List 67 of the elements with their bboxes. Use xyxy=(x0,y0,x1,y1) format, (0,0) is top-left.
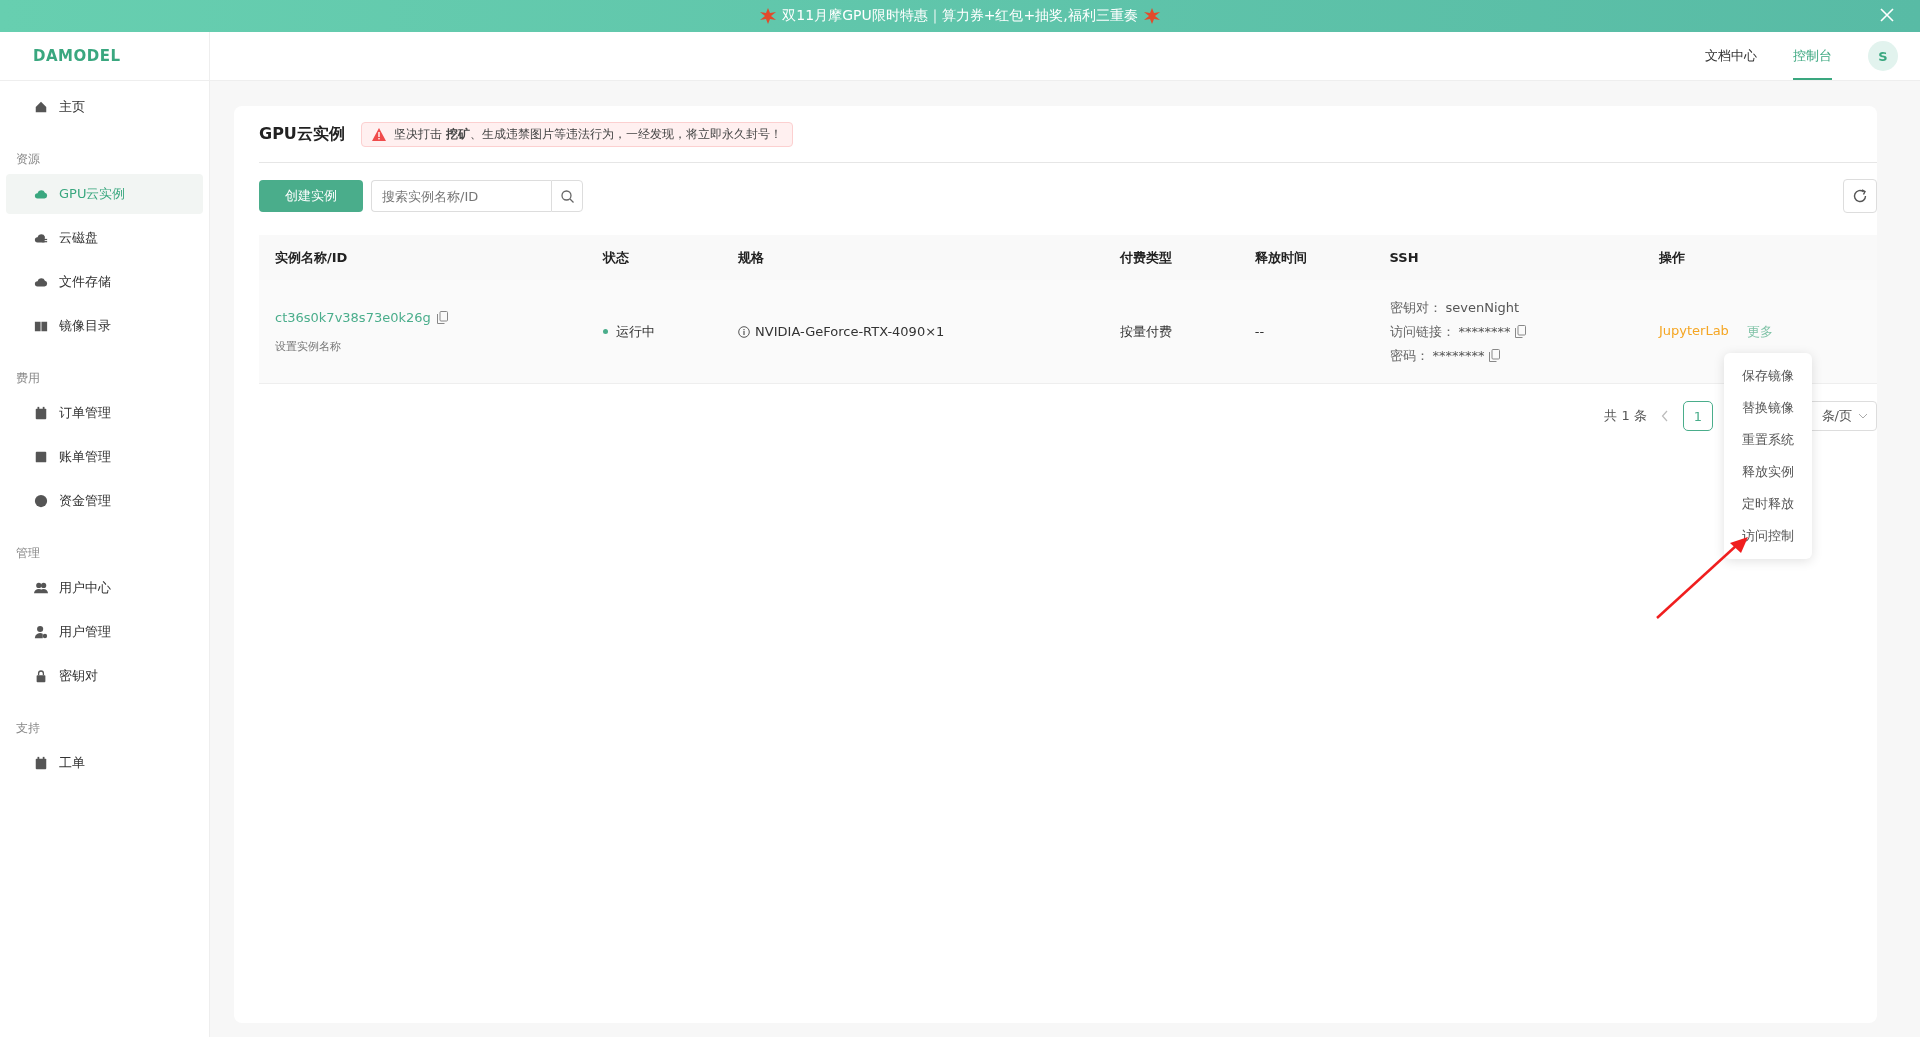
menu-item[interactable]: 替换镜像 xyxy=(1724,392,1812,424)
copy-icon[interactable] xyxy=(1514,325,1526,338)
search-field[interactable]: 搜索实例名称/ID xyxy=(371,180,551,212)
sidebar-item[interactable]: 镜像目录 xyxy=(6,306,203,346)
table-cell: 按量付费 xyxy=(1120,323,1173,339)
sidebar-item[interactable]: 资金管理 xyxy=(6,481,203,521)
calendar-icon xyxy=(34,406,48,420)
burst-icon xyxy=(1143,8,1160,24)
users-icon xyxy=(34,581,48,595)
user-icon xyxy=(34,625,48,639)
copy-icon[interactable] xyxy=(1488,349,1500,362)
book-icon xyxy=(34,319,48,333)
column-header: 付费类型 xyxy=(1104,235,1239,280)
table-cell: -- xyxy=(1254,324,1265,339)
lock-icon xyxy=(34,669,48,683)
chevron-down-icon xyxy=(1858,413,1868,419)
refresh-button[interactable] xyxy=(1843,179,1877,213)
sidebar-item[interactable]: 文件存储 xyxy=(6,262,203,302)
notice-text: 坚决打击 挖矿、生成违禁图片等违法行为，一经发现，将立即永久封号！ xyxy=(393,125,782,143)
column-header: 释放时间 xyxy=(1238,235,1374,280)
sidebar-item[interactable]: 主页 xyxy=(6,87,203,127)
column-header: SSH xyxy=(1373,235,1643,280)
cloud-icon xyxy=(34,187,48,201)
ssh-label: 访问链接： xyxy=(1389,322,1455,341)
sidebar-item[interactable]: 云磁盘 xyxy=(6,218,203,258)
sidebar-item[interactable]: 账单管理 xyxy=(6,437,203,477)
search-button[interactable] xyxy=(551,180,583,212)
ssh-value: ******** xyxy=(1458,324,1511,339)
sidebar-item[interactable]: 工单 xyxy=(6,743,203,783)
sidebar-item[interactable]: 用户管理 xyxy=(6,612,203,652)
ssh-label: 密钥对： xyxy=(1389,298,1442,317)
ssh-value: sevenNight xyxy=(1445,300,1520,315)
menu-item[interactable]: 重置系统 xyxy=(1724,424,1812,456)
cloud-icon xyxy=(34,275,48,289)
column-header: 状态 xyxy=(587,235,723,280)
prev-page-icon[interactable] xyxy=(1661,410,1669,422)
sidebar-item[interactable]: 用户中心 xyxy=(6,568,203,608)
rename-link[interactable]: 设置实例名称 xyxy=(275,338,572,354)
total-count: 共 1 条 xyxy=(1604,407,1647,425)
table-cell: NVIDIA-GeForce-RTX-4090×1 xyxy=(755,324,945,339)
column-header: 实例名称/ID xyxy=(259,235,588,280)
calendar-icon xyxy=(34,756,48,770)
menu-item[interactable]: 释放实例 xyxy=(1724,456,1812,488)
copy-icon[interactable] xyxy=(436,310,448,324)
section-title: 费用 xyxy=(15,370,41,387)
menu-item[interactable]: 定时释放 xyxy=(1724,488,1812,520)
warning-icon xyxy=(371,127,386,141)
close-icon[interactable] xyxy=(1880,8,1894,22)
ssh-value: ******** xyxy=(1432,348,1485,363)
page-title: GPU云实例 xyxy=(259,123,345,145)
sidebar-item[interactable]: 密钥对 xyxy=(6,656,203,696)
status-dot xyxy=(603,329,609,334)
ssh-label: 密码： xyxy=(1389,346,1429,365)
refresh-icon xyxy=(1852,188,1868,204)
section-title: 支持 xyxy=(15,720,41,737)
info-icon xyxy=(738,325,751,338)
status-text: 运行中 xyxy=(616,322,656,341)
sidebar-item[interactable]: 订单管理 xyxy=(6,393,203,433)
burst-icon xyxy=(760,8,777,24)
search-icon xyxy=(560,189,574,203)
section-title: 管理 xyxy=(15,545,41,562)
column-header: 操作 xyxy=(1642,235,1877,280)
menu-item[interactable]: 保存镜像 xyxy=(1724,360,1812,392)
home-icon xyxy=(34,100,48,114)
column-header: 规格 xyxy=(722,235,1105,280)
section-title: 资源 xyxy=(15,151,41,168)
nav-link[interactable]: 文档中心 xyxy=(1705,32,1757,80)
